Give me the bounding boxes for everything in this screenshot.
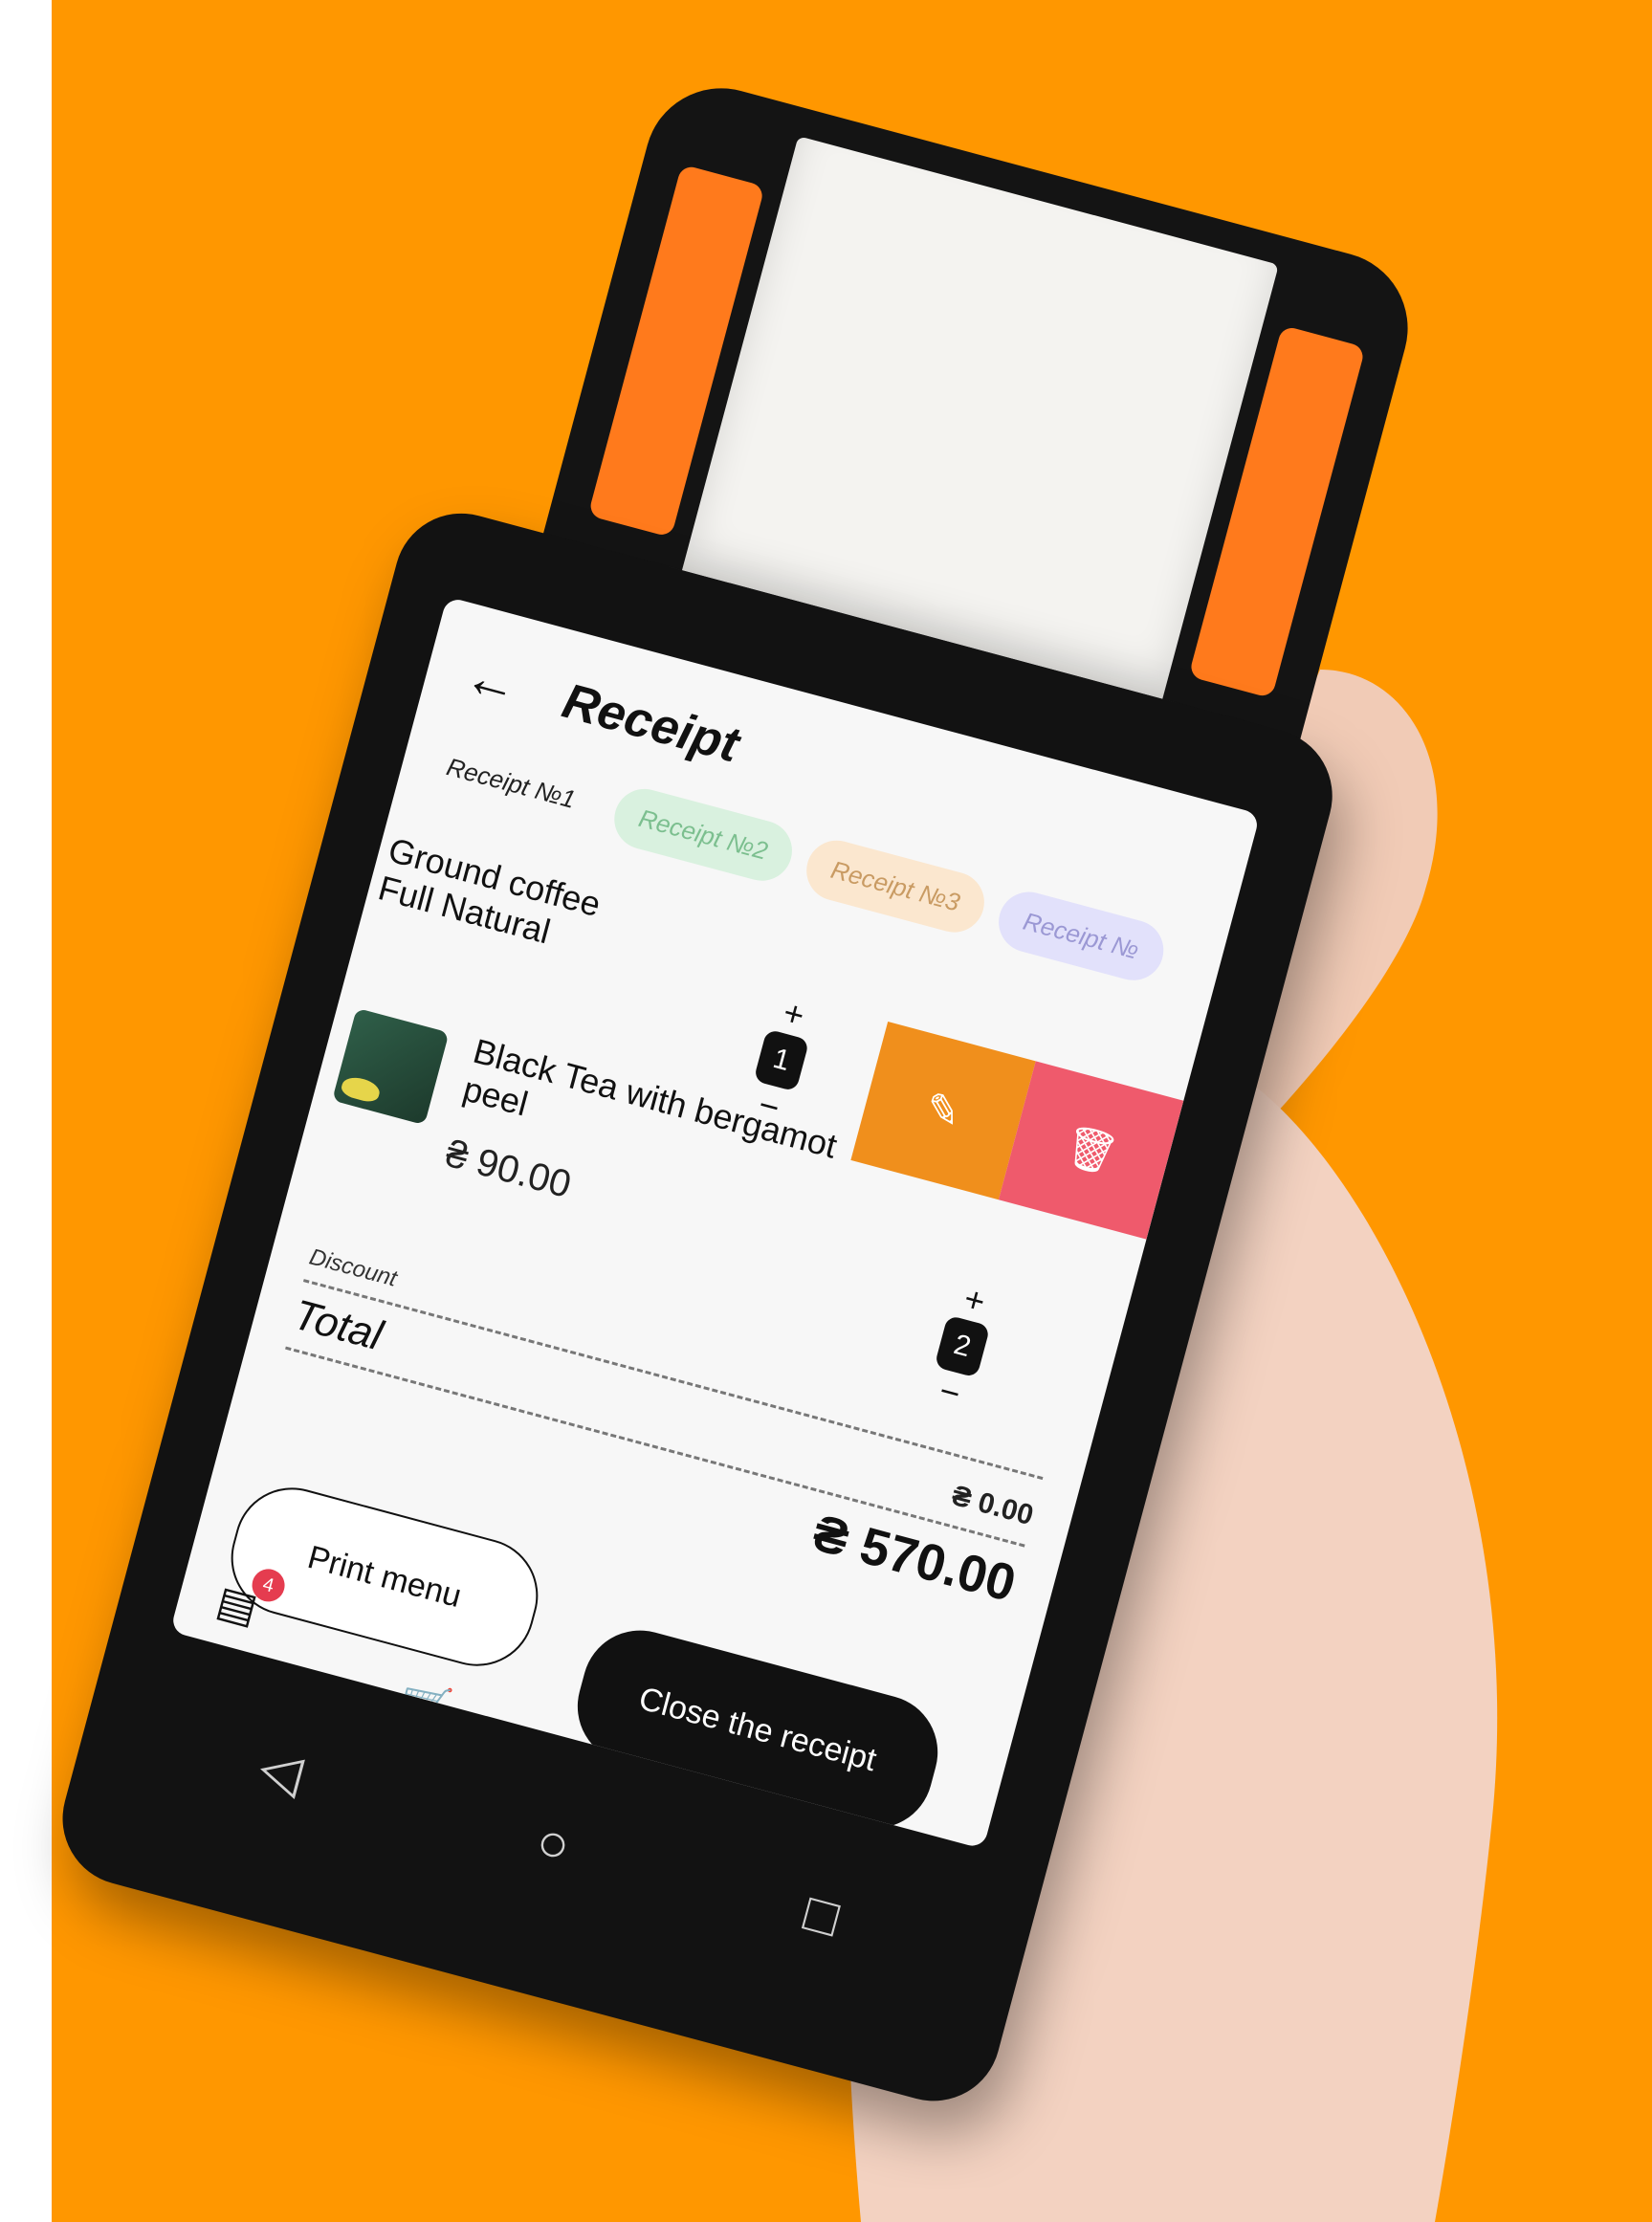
tab-receipt-2[interactable]: Receipt №2	[607, 781, 800, 888]
product-thumbnail	[332, 1007, 450, 1126]
system-back-button[interactable]: ◁	[253, 1735, 309, 1804]
quantity-value: 2	[934, 1314, 991, 1378]
page-title: Receipt	[557, 672, 745, 774]
pencil-icon: ✎	[919, 1083, 967, 1138]
receipt-tabs: Receipt №1 Receipt №2 Receipt №3 Receipt…	[415, 731, 1170, 987]
discount-value: ₴ 0.00	[948, 1479, 1037, 1532]
quantity-stepper: + 2 −	[924, 1278, 1001, 1415]
tab-receipt-3[interactable]: Receipt №3	[800, 833, 991, 939]
trash-icon: 🗑	[1059, 1121, 1123, 1180]
system-recents-button[interactable]: □	[799, 1881, 846, 1948]
total-label: Total	[288, 1290, 387, 1360]
system-home-button[interactable]: ○	[530, 1809, 577, 1876]
item-price: ₴ 90.00	[441, 1132, 576, 1207]
plus-button[interactable]: +	[960, 1278, 990, 1321]
item-name: Ground coffee Full Natural	[374, 830, 605, 963]
tab-receipt-1[interactable]: Receipt №1	[415, 731, 606, 836]
quantity-value: 1	[753, 1028, 810, 1092]
lime-peel-image	[339, 1073, 383, 1105]
arrow-left-icon[interactable]: ←	[458, 644, 526, 717]
tab-receipt-4[interactable]: Receipt №	[992, 885, 1170, 987]
plus-button[interactable]: +	[780, 992, 809, 1035]
minus-button[interactable]: −	[936, 1371, 965, 1414]
swipe-actions: ✎ 🗑	[850, 1021, 1184, 1240]
